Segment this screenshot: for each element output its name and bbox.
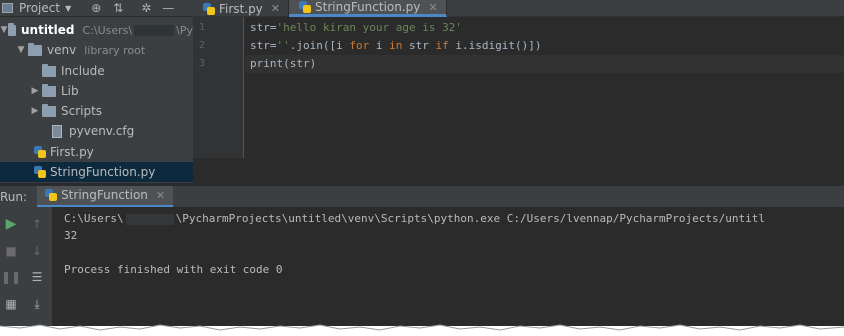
scroll-to-end-icon[interactable]: ⤓ <box>26 293 48 315</box>
root-path-prefix: C:\Users\ <box>82 23 133 37</box>
expand-triangle-icon[interactable]: ▶ <box>28 106 42 116</box>
tree-item-stringfunction-py[interactable]: StringFunction.py <box>0 162 193 182</box>
tree-label: Include <box>61 64 105 78</box>
project-toolbar: Project ▼ ⊕ ⇅ ✲ — <box>0 0 193 17</box>
redacted-block <box>134 25 175 36</box>
gear-icon[interactable]: ✲ <box>135 0 157 17</box>
python-file-icon <box>299 1 312 13</box>
tree-item-lib[interactable]: ▶ Lib <box>0 81 193 101</box>
caret-down-icon[interactable]: ▼ <box>65 4 71 13</box>
close-icon[interactable]: ✕ <box>156 189 165 202</box>
python-file-icon <box>203 2 215 15</box>
line-gutter: 1 2 3 <box>193 17 244 158</box>
hide-icon[interactable]: — <box>157 0 179 17</box>
project-title[interactable]: Project <box>19 1 60 15</box>
down-arrow-icon[interactable]: ↓ <box>26 240 48 262</box>
tree-label: pyvenv.cfg <box>69 124 135 138</box>
console-command-line: C:\Users\ \PycharmProjects\untitled\venv\… <box>64 212 765 225</box>
string-literal: '' <box>276 39 290 52</box>
current-line-highlight <box>245 55 844 73</box>
expand-triangle-icon[interactable]: ▼ <box>14 45 28 55</box>
run-label: Run: <box>0 189 28 204</box>
root-path-suffix: \Py <box>176 23 193 37</box>
code-token: i <box>369 39 390 52</box>
code-line-2[interactable]: str=''.join([i for i in str if i.isdigit… <box>250 37 541 55</box>
redacted-block <box>125 213 174 225</box>
run-console[interactable]: C:\Users\ \PycharmProjects\untitled\venv\… <box>52 207 844 326</box>
editor-empty-area[interactable] <box>193 158 844 183</box>
run-tab-label: StringFunction <box>61 188 148 202</box>
code-token: str= <box>250 39 277 52</box>
folder-icon <box>42 63 56 77</box>
cmd-prefix: C:\Users\ <box>64 212 124 225</box>
tree-item-include[interactable]: Include <box>0 61 193 81</box>
python-file-icon <box>45 189 58 201</box>
tree-label: StringFunction.py <box>50 165 156 179</box>
string-literal: 'hello kiran your age is 32' <box>276 21 462 34</box>
close-icon[interactable]: ✕ <box>271 2 280 15</box>
tree-item-pyvenv-cfg[interactable]: pyvenv.cfg <box>0 121 193 141</box>
root-path: C:\Users\ \Py <box>83 24 193 37</box>
tree-label: venv <box>47 43 77 57</box>
line-number: 2 <box>199 40 206 51</box>
tab-label: First.py <box>219 1 263 16</box>
builtin-function: print <box>250 57 284 70</box>
python-file-icon <box>34 146 46 158</box>
soft-wrap-icon[interactable]: ☰ <box>26 266 48 288</box>
project-view-icon <box>2 3 13 13</box>
code-token: (str) <box>283 57 317 70</box>
line-number: 1 <box>199 22 206 33</box>
tab-label: StringFunction.py <box>315 0 421 14</box>
line-number: 3 <box>199 58 206 69</box>
keyword: if <box>435 39 449 52</box>
tree-item-scripts[interactable]: ▶ Scripts <box>0 101 193 121</box>
library-root-note: library root <box>84 43 146 57</box>
stop-icon[interactable]: ■ <box>0 240 22 262</box>
tab-stringfunction-py[interactable]: StringFunction.py ✕ <box>289 0 447 17</box>
folder-icon <box>28 42 42 56</box>
folder-icon <box>8 22 16 36</box>
console-finished-line: Process finished with exit code 0 <box>64 263 283 276</box>
pause-icon[interactable]: ❚❚ <box>0 266 22 288</box>
tree-label: Scripts <box>61 104 103 118</box>
layout-icon[interactable]: ▦ <box>0 293 22 315</box>
expand-triangle-icon[interactable]: ▼ <box>0 25 8 35</box>
run-toolbar: ▶ ↑ ■ ↓ ❚❚ ☰ ▦ ⤓ <box>0 207 52 326</box>
code-token: .join([i <box>289 39 350 52</box>
folder-icon <box>42 83 56 97</box>
run-tab-stringfunction[interactable]: StringFunction ✕ <box>37 185 174 208</box>
expand-triangle-icon[interactable]: ▶ <box>28 86 42 96</box>
close-icon[interactable]: ✕ <box>428 1 437 14</box>
tree-label: untitled <box>21 23 75 37</box>
config-file-icon <box>52 124 62 138</box>
console-output-line: 32 <box>64 229 78 242</box>
code-line-3[interactable]: print(str) <box>250 55 316 73</box>
torn-edge-decoration <box>0 324 844 336</box>
code-token: str <box>402 39 436 52</box>
code-token: i.isdigit()]) <box>448 39 542 52</box>
keyword: for <box>349 39 370 52</box>
folder-icon <box>42 103 56 117</box>
pycharm-window: Project ▼ ⊕ ⇅ ✲ — First.py ✕ StringFunct… <box>0 0 844 326</box>
tab-first-py[interactable]: First.py ✕ <box>193 0 290 17</box>
tree-item-untitled[interactable]: ▼ untitled C:\Users\ \Py <box>0 20 193 40</box>
collapse-icon[interactable]: ⇅ <box>107 0 129 17</box>
tree-label: First.py <box>50 145 94 159</box>
project-tree: ▼ untitled C:\Users\ \Py ▼ venv library r… <box>0 17 193 183</box>
up-arrow-icon[interactable]: ↑ <box>26 213 48 235</box>
code-line-1[interactable]: str='hello kiran your age is 32' <box>250 19 462 37</box>
cmd-suffix: \PycharmProjects\untitled\venv\Scripts\p… <box>175 212 766 225</box>
tree-item-first-py[interactable]: First.py <box>0 142 193 162</box>
target-icon[interactable]: ⊕ <box>85 0 107 17</box>
run-panel-header: Run: StringFunction ✕ <box>0 185 844 208</box>
keyword: in <box>389 39 403 52</box>
tree-label: Lib <box>61 84 79 98</box>
python-file-icon <box>34 166 46 178</box>
editor-tabs: First.py ✕ StringFunction.py ✕ <box>193 0 844 17</box>
rerun-icon[interactable]: ▶ <box>0 213 22 235</box>
tree-item-venv[interactable]: ▼ venv library root <box>0 40 193 60</box>
code-token: str= <box>250 21 277 34</box>
code-editor[interactable]: 1 2 3 str='hello kiran your age is 32' s… <box>193 17 844 183</box>
